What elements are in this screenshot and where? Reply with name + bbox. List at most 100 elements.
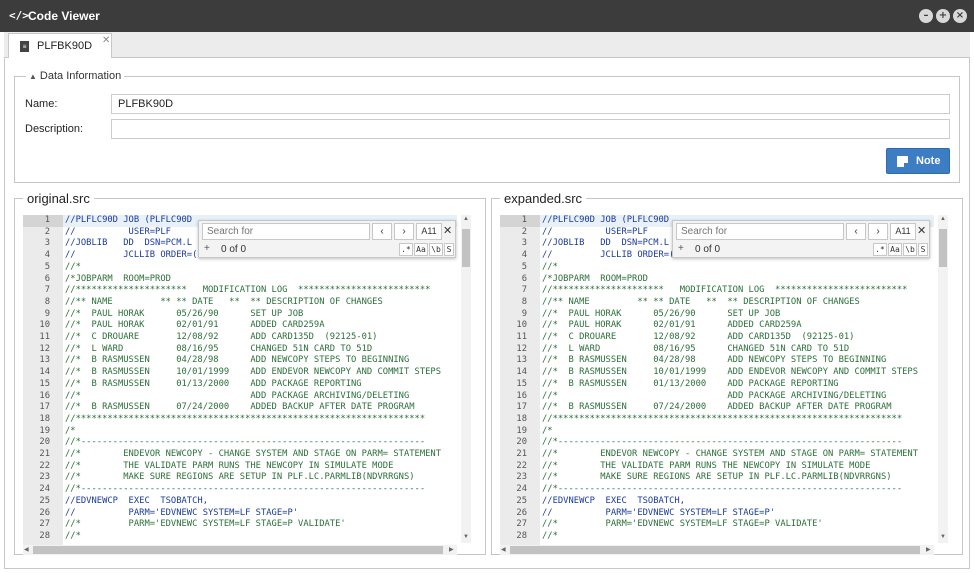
regex-toggle[interactable]: .*	[399, 243, 413, 256]
line-number: 14	[516, 367, 527, 378]
code-line: 18 //************************************…	[23, 414, 457, 426]
code-text: //* PAUL HORAK 05/26/90 SET UP JOB	[65, 308, 304, 319]
scroll-thumb[interactable]	[939, 229, 947, 267]
code-text: //* MAKE SURE REGIONS ARE SETUP IN PLF.L…	[65, 472, 415, 483]
scroll-left-icon[interactable]: ◀	[24, 546, 29, 553]
line-number: 1	[500, 215, 540, 227]
maximize-icon[interactable]: +	[936, 9, 950, 23]
code-text: /*	[542, 425, 553, 436]
scroll-left-icon[interactable]: ◀	[501, 546, 506, 553]
code-text: //** NAME ** ** DATE ** ** DESCRIPTION O…	[65, 296, 383, 307]
scroll-thumb[interactable]	[33, 546, 443, 554]
scroll-right-icon[interactable]: ▶	[926, 546, 931, 553]
search-prev-button[interactable]: ‹	[372, 223, 392, 240]
line-number: 13	[516, 355, 527, 366]
code-text: //EDVNEWCP EXEC TSOBATCH,	[65, 495, 208, 506]
line-number: 12	[39, 343, 50, 354]
code-line: 22 //* THE VALIDATE PARM RUNS THE NEWCOPY…	[23, 461, 457, 473]
line-number: 24	[516, 484, 527, 495]
code-text: //* B RASMUSSEN 01/13/2000 ADD PACKAGE R…	[542, 378, 839, 389]
code-text: //********************* MODIFICATION LOG…	[65, 285, 431, 296]
search-widget: ‹ › A11 ✕ + 0 of 0 .* Aa \b S	[198, 220, 456, 258]
case-toggle[interactable]: Aa	[888, 243, 902, 256]
vertical-scrollbar[interactable]: ▲ ▼	[938, 215, 948, 543]
search-close-icon[interactable]: ✕	[443, 224, 452, 237]
selection-toggle[interactable]: S	[444, 243, 454, 256]
code-text: //********************* MODIFICATION LOG…	[542, 285, 908, 296]
code-text: //* B RASMUSSEN 10/01/1999 ADD ENDEVOR N…	[542, 367, 919, 378]
code-text: //* B RASMUSSEN 01/13/2000 ADD PACKAGE R…	[65, 378, 362, 389]
line-number: 19	[39, 425, 50, 436]
code-text: //* MAKE SURE REGIONS ARE SETUP IN PLF.L…	[542, 472, 892, 483]
search-expand-icon[interactable]: +	[678, 243, 684, 254]
search-close-icon[interactable]: ✕	[917, 224, 926, 237]
scroll-right-icon[interactable]: ▶	[449, 546, 454, 553]
scroll-thumb[interactable]	[510, 546, 920, 554]
code-line: 12 //* L WARD 08/16/95 CHANGED 51N CARD T…	[500, 344, 934, 356]
vertical-scrollbar[interactable]: ▲ ▼	[461, 215, 471, 543]
line-number: 11	[39, 332, 50, 342]
code-line: 13 //* B RASMUSSEN 04/28/98 ADD NEWCOPY S…	[500, 355, 934, 367]
code-line: 24 //*-----------------------------------…	[500, 484, 934, 496]
code-text: //* B RASMUSSEN 07/24/2000 ADDED BACKUP …	[542, 402, 892, 413]
code-text: //* ENDEVOR NEWCOPY - CHANGE SYSTEM AND …	[542, 449, 919, 459]
scroll-up-icon[interactable]: ▲	[461, 216, 471, 222]
data-information-legend[interactable]: ▲ Data Information	[26, 70, 125, 82]
search-count: 0 of 0	[221, 244, 247, 255]
horizontal-scrollbar[interactable]: ◀ ▶	[23, 545, 457, 555]
search-expand-icon[interactable]: +	[204, 243, 210, 254]
search-next-button[interactable]: ›	[868, 223, 888, 240]
search-input[interactable]	[676, 223, 844, 240]
scroll-up-icon[interactable]: ▲	[938, 216, 948, 222]
search-all-button[interactable]: A11	[416, 223, 442, 240]
code-line: 17 //* B RASMUSSEN 07/24/2000 ADDED BACKU…	[500, 402, 934, 414]
original-code-editor[interactable]: 1//PLFLC90D JOB (PLFLC90D 2 // USER=PLF 3 //…	[23, 215, 457, 545]
code-text: //* ENDEVOR NEWCOPY - CHANGE SYSTEM AND …	[65, 449, 442, 459]
code-line: 16 //* ADD PACKAGE ARCHIVING/DELETING	[23, 391, 457, 403]
line-number: 3	[44, 238, 50, 249]
scroll-thumb[interactable]	[462, 229, 470, 267]
expanded-code-editor[interactable]: 1//PLFLC90D JOB (PLFLC90D 2 // USER=PLF 3 //…	[500, 215, 934, 545]
file-icon: ≡	[20, 41, 29, 52]
word-toggle[interactable]: \b	[903, 243, 917, 256]
name-label: Name:	[25, 98, 58, 110]
code-text: //*	[65, 261, 81, 272]
description-field[interactable]	[111, 119, 950, 139]
tab-strip: ≡ PLFBK90D ✕	[4, 32, 970, 58]
line-number: 25	[39, 495, 50, 506]
note-button[interactable]: Note	[886, 148, 950, 174]
line-number: 20	[516, 437, 527, 448]
code-text: //* THE VALIDATE PARM RUNS THE NEWCOPY I…	[65, 460, 394, 471]
code-line: 28 //*	[23, 531, 457, 543]
code-text: //* ADD PACKAGE ARCHIVING/DELETING	[542, 390, 887, 401]
code-text: //* L WARD 08/16/95 CHANGED 51N CARD TO …	[65, 343, 373, 354]
scroll-down-icon[interactable]: ▼	[461, 534, 471, 540]
horizontal-scrollbar[interactable]: ◀ ▶	[500, 545, 934, 555]
line-number: 20	[39, 437, 50, 448]
line-number: 23	[39, 472, 50, 483]
case-toggle[interactable]: Aa	[414, 243, 428, 256]
code-text: //EDVNEWCP EXEC TSOBATCH,	[542, 495, 685, 506]
code-text: //** NAME ** ** DATE ** ** DESCRIPTION O…	[542, 296, 860, 307]
line-number: 3	[521, 238, 527, 249]
tab-close-icon[interactable]: ✕	[102, 35, 110, 46]
scroll-down-icon[interactable]: ▼	[938, 534, 948, 540]
regex-toggle[interactable]: .*	[873, 243, 887, 256]
search-prev-button[interactable]: ‹	[846, 223, 866, 240]
tab-plfbk90d[interactable]: ≡ PLFBK90D ✕	[8, 33, 112, 58]
code-line: 26 // PARM='EDVNEWC SYSTEM=LF STAGE=P'	[23, 508, 457, 520]
line-number: 12	[516, 343, 527, 354]
search-input[interactable]	[202, 223, 370, 240]
code-line: 19 /*	[23, 426, 457, 438]
search-all-button[interactable]: A11	[890, 223, 916, 240]
search-next-button[interactable]: ›	[394, 223, 414, 240]
code-text: /*	[65, 425, 76, 436]
code-text: //* PARM='EDVNEWC SYSTEM=LF STAGE=P VALI…	[542, 519, 823, 530]
minimize-icon[interactable]: –	[919, 9, 933, 23]
word-toggle[interactable]: \b	[429, 243, 443, 256]
name-field[interactable]	[111, 94, 950, 114]
code-text: // USER=PLF	[542, 226, 648, 237]
close-icon[interactable]: ×	[953, 9, 967, 23]
selection-toggle[interactable]: S	[918, 243, 928, 256]
code-line: 13 //* B RASMUSSEN 04/28/98 ADD NEWCOPY S…	[23, 355, 457, 367]
